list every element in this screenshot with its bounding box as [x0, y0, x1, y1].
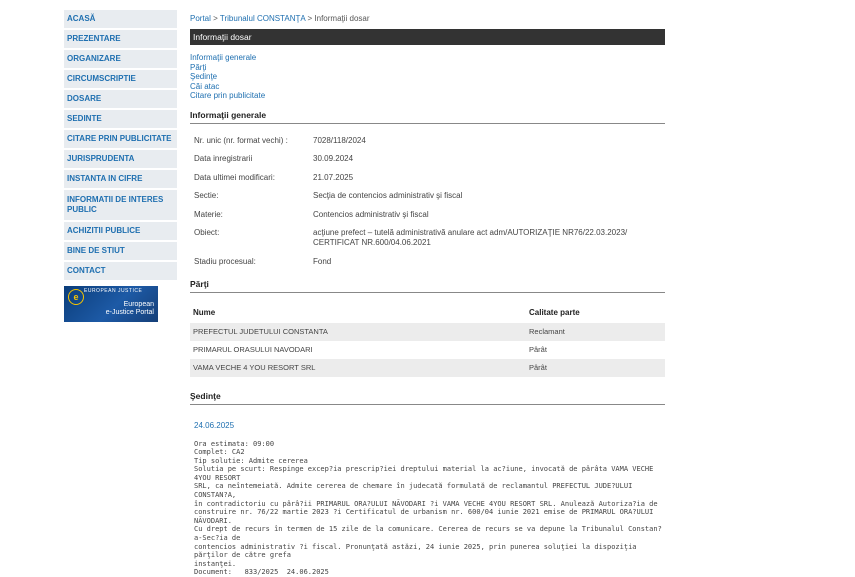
nav-circumscriptie[interactable]: CIRCUMSCRIPTIE: [64, 70, 177, 88]
info-value: Contencios administrativ şi fiscal: [309, 210, 653, 229]
section-heading-informatii-generale: Informaţii generale: [190, 110, 665, 124]
info-label: Materie:: [190, 210, 309, 229]
sedinta-solutie-line: Cu drept de recurs în termen de 15 zile …: [194, 525, 665, 542]
nav-prezentare[interactable]: PREZENTARE: [64, 30, 177, 48]
info-label: Data inregistrarii: [190, 154, 309, 173]
nav-achizitii-publice[interactable]: ACHIZITII PUBLICE: [64, 222, 177, 240]
info-table: Nr. unic (nr. format vechi) :7028/118/20…: [190, 136, 653, 276]
ejustice-logo-icon: e: [68, 289, 84, 305]
link-cai-atac[interactable]: Căi atac: [190, 82, 665, 92]
info-row: Stadiu procesual:Fond: [190, 257, 653, 276]
sedinta-solutie-line: contencios administrativ ?i fiscal. Pron…: [194, 543, 665, 560]
info-label: Nr. unic (nr. format vechi) :: [190, 136, 309, 155]
sedinta-complet: Complet: CA2: [194, 448, 665, 457]
parti-table: Nume Calitate parte PREFECTUL JUDETULUI …: [190, 305, 665, 377]
info-row: Data inregistrarii30.09.2024: [190, 154, 653, 173]
party-name: VAMA VECHE 4 YOU RESORT SRL: [190, 359, 526, 377]
info-value: acţiune prefect – tutelă administrativă …: [309, 228, 653, 257]
info-value: Fond: [309, 257, 653, 276]
link-parti[interactable]: Părţi: [190, 63, 665, 73]
party-role: Pârât: [526, 359, 665, 377]
nav-citare-prin-publicitate[interactable]: CITARE PRIN PUBLICITATE: [64, 130, 177, 148]
sedinta-document: Document: 833/2025 24.06.2025: [194, 568, 665, 577]
ejustice-portal-banner[interactable]: e EUROPEAN JUSTICE European e-Justice Po…: [64, 286, 158, 322]
info-row: Sectie:Secţia de contencios administrati…: [190, 191, 653, 210]
info-row: Nr. unic (nr. format vechi) :7028/118/20…: [190, 136, 653, 155]
info-label: Data ultimei modificari:: [190, 173, 309, 192]
page-title: Informaţii dosar: [190, 29, 665, 45]
info-row: Materie:Contencios administrativ şi fisc…: [190, 210, 653, 229]
ejustice-bottom-text: European e-Justice Portal: [106, 301, 154, 317]
section-heading-sedinte: Şedinţe: [190, 391, 665, 405]
column-header-nume: Nume: [190, 305, 526, 323]
info-value: 30.09.2024: [309, 154, 653, 173]
breadcrumb-current: Informaţii dosar: [314, 14, 369, 23]
quick-links: Informaţii generale Părţi Şedinţe Căi at…: [190, 53, 665, 101]
nav-dosare[interactable]: DOSARE: [64, 90, 177, 108]
sedinta-tip-solutie: Tip solutie: Admite cererea: [194, 457, 665, 466]
sedinta-solutie-line: instanţei.: [194, 560, 665, 569]
nav-contact[interactable]: CONTACT: [64, 262, 177, 280]
info-value: 7028/118/2024: [309, 136, 653, 155]
main-content: Portal > Tribunalul CONSTANŢA > Informaţ…: [190, 10, 665, 577]
table-row: PRIMARUL ORASULUI NAVODARI Pârât: [190, 341, 665, 359]
info-value: Secţia de contencios administrativ şi fi…: [309, 191, 653, 210]
nav-organizare[interactable]: ORGANIZARE: [64, 50, 177, 68]
sedinta-solutie-line: Solutia pe scurt: Respinge excep?ia pres…: [194, 465, 665, 482]
info-label: Obiect:: [190, 228, 309, 257]
link-citare-prin-publicitate[interactable]: Citare prin publicitate: [190, 91, 665, 101]
nav-instanta-in-cifre[interactable]: INSTANTA IN CIFRE: [64, 170, 177, 188]
party-name: PRIMARUL ORASULUI NAVODARI: [190, 341, 526, 359]
section-heading-parti: Părţi: [190, 279, 665, 293]
sedinta-solutie-line: construire nr. 76/22 martie 2023 ?i Cert…: [194, 508, 665, 525]
sedinta-solutie-line: în contradictoriu cu pârâ?ii PRIMARUL OR…: [194, 500, 665, 509]
nav-acasa[interactable]: ACASĂ: [64, 10, 177, 28]
table-row: PREFECTUL JUDETULUI CONSTANTA Reclamant: [190, 323, 665, 341]
ejustice-top-text: EUROPEAN JUSTICE: [84, 289, 142, 294]
breadcrumb-court-link[interactable]: Tribunalul CONSTANŢA: [220, 14, 305, 23]
info-label: Stadiu procesual:: [190, 257, 309, 276]
info-value: 21.07.2025: [309, 173, 653, 192]
info-row: Data ultimei modificari:21.07.2025: [190, 173, 653, 192]
info-row: Obiect:acţiune prefect – tutelă administ…: [190, 228, 653, 257]
breadcrumb: Portal > Tribunalul CONSTANŢA > Informaţ…: [190, 13, 665, 25]
sedinta-ora-estimata: Ora estimata: 09:00: [194, 440, 665, 449]
link-sedinte[interactable]: Şedinţe: [190, 72, 665, 82]
info-label: Sectie:: [190, 191, 309, 210]
nav-sedinte[interactable]: SEDINTE: [64, 110, 177, 128]
breadcrumb-portal-link[interactable]: Portal: [190, 14, 211, 23]
sedinta-solutie-line: SRL, ca neîntemeiată. Admite cererea de …: [194, 482, 665, 499]
party-name: PREFECTUL JUDETULUI CONSTANTA: [190, 323, 526, 341]
link-informatii-generale[interactable]: Informaţii generale: [190, 53, 665, 63]
nav-bine-de-stiut[interactable]: BINE DE STIUT: [64, 242, 177, 260]
party-role: Pârât: [526, 341, 665, 359]
party-role: Reclamant: [526, 323, 665, 341]
breadcrumb-separator: >: [307, 14, 312, 23]
nav-jurisprudenta[interactable]: JURISPRUDENTA: [64, 150, 177, 168]
sedinta-entry: 24.06.2025 Ora estimata: 09:00 Complet: …: [190, 421, 665, 577]
breadcrumb-separator: >: [213, 14, 218, 23]
sedinta-date: 24.06.2025: [194, 421, 665, 430]
nav-informatii-interes-public[interactable]: INFORMATII DE INTERES PUBLIC: [64, 190, 177, 220]
sidebar-nav: ACASĂ PREZENTARE ORGANIZARE CIRCUMSCRIPT…: [64, 10, 177, 322]
column-header-calitate-parte: Calitate parte: [526, 305, 665, 323]
table-row: VAMA VECHE 4 YOU RESORT SRL Pârât: [190, 359, 665, 377]
